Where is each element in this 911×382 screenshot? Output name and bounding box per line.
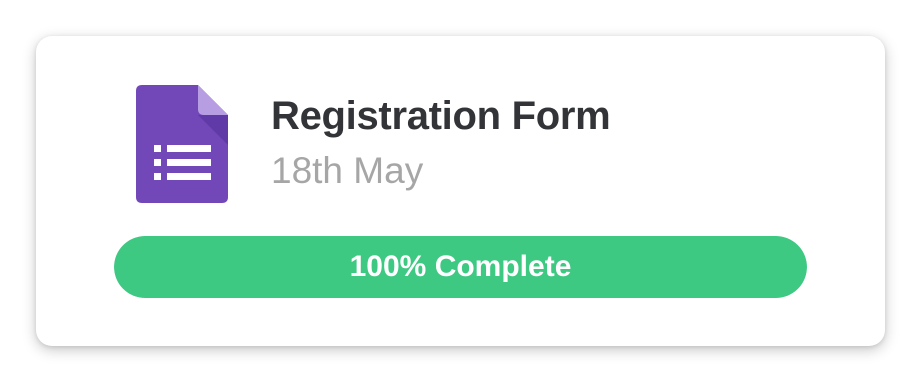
form-title: Registration Form	[271, 94, 611, 138]
progress-bar: 100% Complete	[114, 236, 807, 298]
form-date: 18th May	[271, 150, 424, 191]
form-card[interactable]: Registration Form 18th May 100% Complete	[36, 36, 885, 346]
google-forms-icon	[136, 85, 228, 203]
progress-label: 100% Complete	[349, 250, 572, 283]
